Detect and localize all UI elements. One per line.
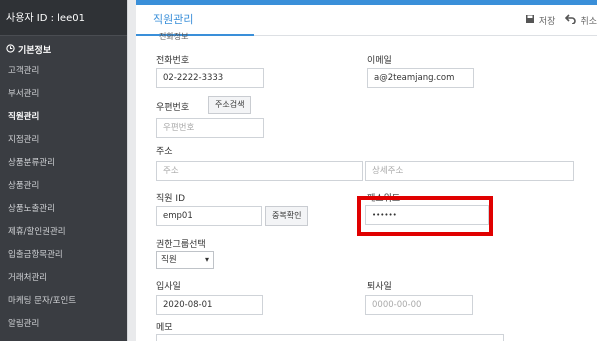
staff-id-label: 직원 ID	[156, 194, 186, 204]
sidebar-item[interactable]: 거래처관리	[0, 265, 127, 288]
email-label: 이메일	[367, 56, 392, 66]
sidebar-splitter[interactable]	[127, 0, 136, 341]
zip-input[interactable]: 우편번호	[156, 118, 264, 138]
sidebar: 사용자 ID : lee01 기본정보 고객관리 부서관리 직원관리 지점관리 상품분류…	[0, 0, 127, 341]
join-date-label: 입사일	[156, 282, 181, 292]
sidebar-item[interactable]: 상품노출관리	[0, 196, 127, 219]
staff-form: 전화정보 전화번호 02-2222-3333 이메일 a@2teamjang.c…	[136, 32, 597, 341]
address-label: 주소	[156, 147, 173, 157]
sidebar-item[interactable]: 상품관리	[0, 173, 127, 196]
memo-textarea[interactable]	[156, 334, 504, 341]
sidebar-item[interactable]: 알림관리	[0, 311, 127, 334]
sidebar-item[interactable]: 상품분류관리	[0, 150, 127, 173]
email-input[interactable]: a@2teamjang.com	[367, 68, 474, 88]
save-label: 저장	[538, 17, 556, 27]
phone-input[interactable]: 02-2222-3333	[156, 68, 264, 88]
staff-id-input[interactable]: emp01	[156, 206, 262, 226]
address-input[interactable]: 주소	[156, 161, 363, 181]
permission-group-value: 직원	[161, 255, 177, 265]
sidebar-item[interactable]: 마케팅 문자/포인트	[0, 288, 127, 311]
permission-group-select[interactable]: 직원 ▾	[156, 251, 214, 269]
permission-group-label: 권한그룹선택	[156, 240, 206, 250]
clock-icon	[6, 43, 15, 56]
address-search-button[interactable]: 주소검색	[208, 96, 252, 114]
sidebar-item[interactable]: 부서관리	[0, 81, 127, 104]
phone-label: 전화번호	[156, 56, 190, 66]
save-button[interactable]: 저장	[525, 14, 556, 27]
sidebar-item[interactable]: 지점관리	[0, 127, 127, 150]
undo-icon	[565, 14, 577, 27]
join-date-input[interactable]: 2020-08-01	[156, 295, 263, 315]
sidebar-item[interactable]: 직원관리	[0, 104, 127, 127]
address-detail-input[interactable]: 상세주소	[365, 161, 574, 181]
user-id-label: 사용자 ID : lee01	[0, 0, 127, 36]
memo-label: 메모	[156, 323, 173, 333]
sidebar-section-label: 기본정보	[18, 46, 52, 56]
leave-date-input[interactable]: 0000-00-00	[365, 295, 473, 315]
sidebar-item[interactable]: 입출금항목관리	[0, 242, 127, 265]
page-title: 직원관리	[136, 5, 254, 36]
sidebar-item[interactable]: 고객관리	[0, 58, 127, 81]
page-header: 직원관리 저장 취소	[136, 5, 597, 36]
chevron-down-icon: ▾	[204, 255, 209, 264]
section-label: 전화정보	[159, 32, 189, 41]
duplicate-check-button[interactable]: 중복확인	[265, 206, 309, 226]
sidebar-item[interactable]: 제휴/할인권관리	[0, 219, 127, 242]
leave-date-label: 퇴사일	[367, 282, 392, 292]
cancel-label: 취소	[580, 17, 597, 27]
save-icon	[525, 14, 535, 27]
password-highlight-box	[357, 196, 493, 236]
cancel-button[interactable]: 취소	[565, 14, 597, 27]
zip-label: 우편번호	[156, 103, 190, 113]
sidebar-section-basic[interactable]: 기본정보	[0, 36, 127, 58]
